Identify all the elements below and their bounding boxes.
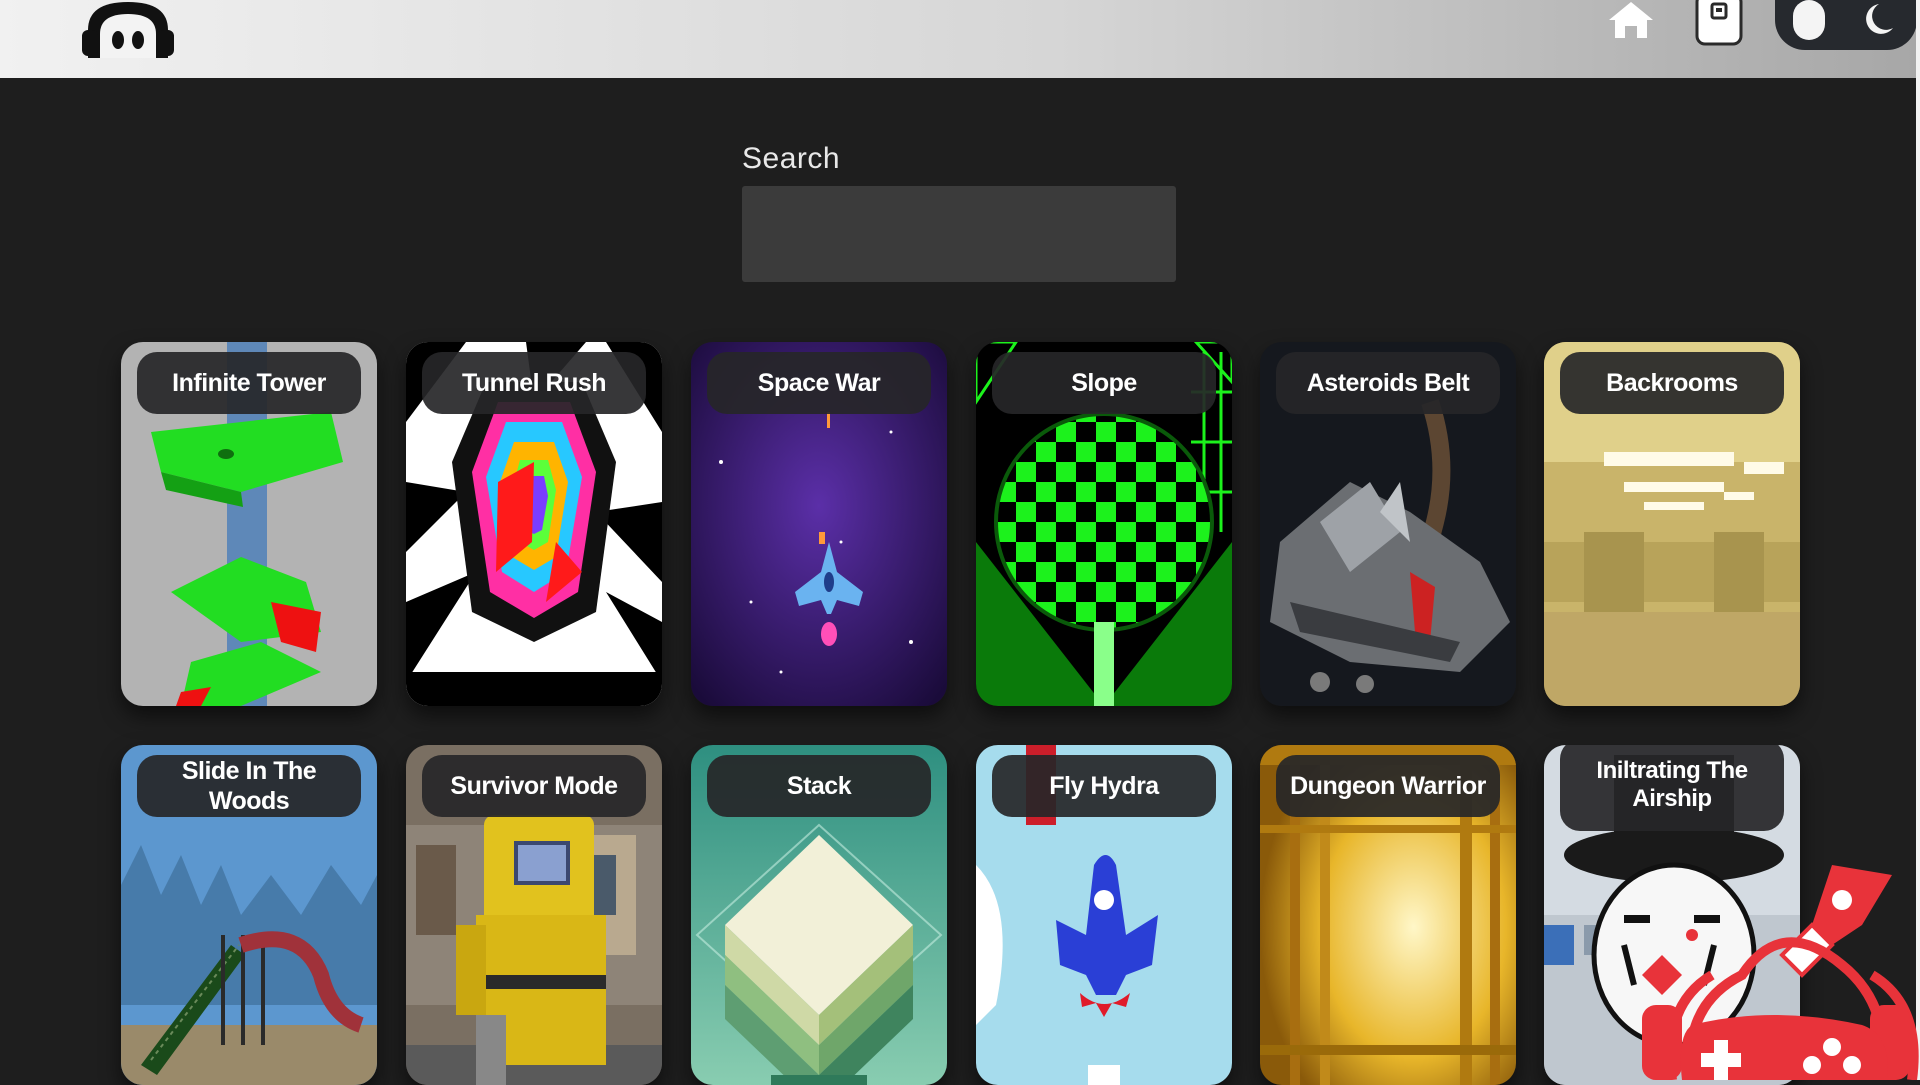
game-card-stack[interactable]: Stack xyxy=(691,745,947,1085)
game-title: Asteroids Belt xyxy=(1276,352,1500,414)
game-card-fly-hydra[interactable]: Fly Hydra xyxy=(976,745,1232,1085)
game-card-survivor-mode[interactable]: Survivor Mode xyxy=(406,745,662,1085)
game-title: Tunnel Rush xyxy=(422,352,646,414)
toggle-knob xyxy=(1793,0,1825,40)
search-label: Search xyxy=(742,142,841,175)
theme-toggle-button[interactable] xyxy=(1775,0,1917,50)
phone-icon[interactable] xyxy=(1694,0,1744,46)
search-input[interactable] xyxy=(742,186,1176,282)
game-card-backrooms[interactable]: Backrooms xyxy=(1544,342,1800,706)
game-card-tunnel-rush[interactable]: Tunnel Rush xyxy=(406,342,662,706)
ghost-headphones-logo-icon[interactable] xyxy=(78,0,178,58)
top-navigation-bar xyxy=(0,0,1917,78)
game-card-asteroids-belt[interactable]: Asteroids Belt xyxy=(1260,342,1516,706)
game-card-slide-in-the-woods[interactable]: Slide In The Woods xyxy=(121,745,377,1085)
game-card-dungeon-warrior[interactable]: Dungeon Warrior xyxy=(1260,745,1516,1085)
game-card-slope[interactable]: Slope xyxy=(976,342,1232,706)
game-title: Backrooms xyxy=(1560,352,1784,414)
home-icon[interactable] xyxy=(1607,0,1655,40)
game-title: Fly Hydra xyxy=(992,755,1216,817)
game-title: Dungeon Warrior xyxy=(1276,755,1500,817)
game-title: Slide In The Woods xyxy=(137,755,361,817)
game-card-space-war[interactable]: Space War xyxy=(691,342,947,706)
game-title: Infinite Tower xyxy=(137,352,361,414)
game-card-infinite-tower[interactable]: Infinite Tower xyxy=(121,342,377,706)
game-title: Survivor Mode xyxy=(422,755,646,817)
game-title: Iniltrating The Airship xyxy=(1560,745,1784,831)
game-title: Stack xyxy=(707,755,931,817)
moon-icon xyxy=(1866,4,1893,34)
gamepad-rocket-headset-icon xyxy=(1642,865,1919,1080)
game-title: Slope xyxy=(992,352,1216,414)
game-title: Space War xyxy=(707,352,931,414)
